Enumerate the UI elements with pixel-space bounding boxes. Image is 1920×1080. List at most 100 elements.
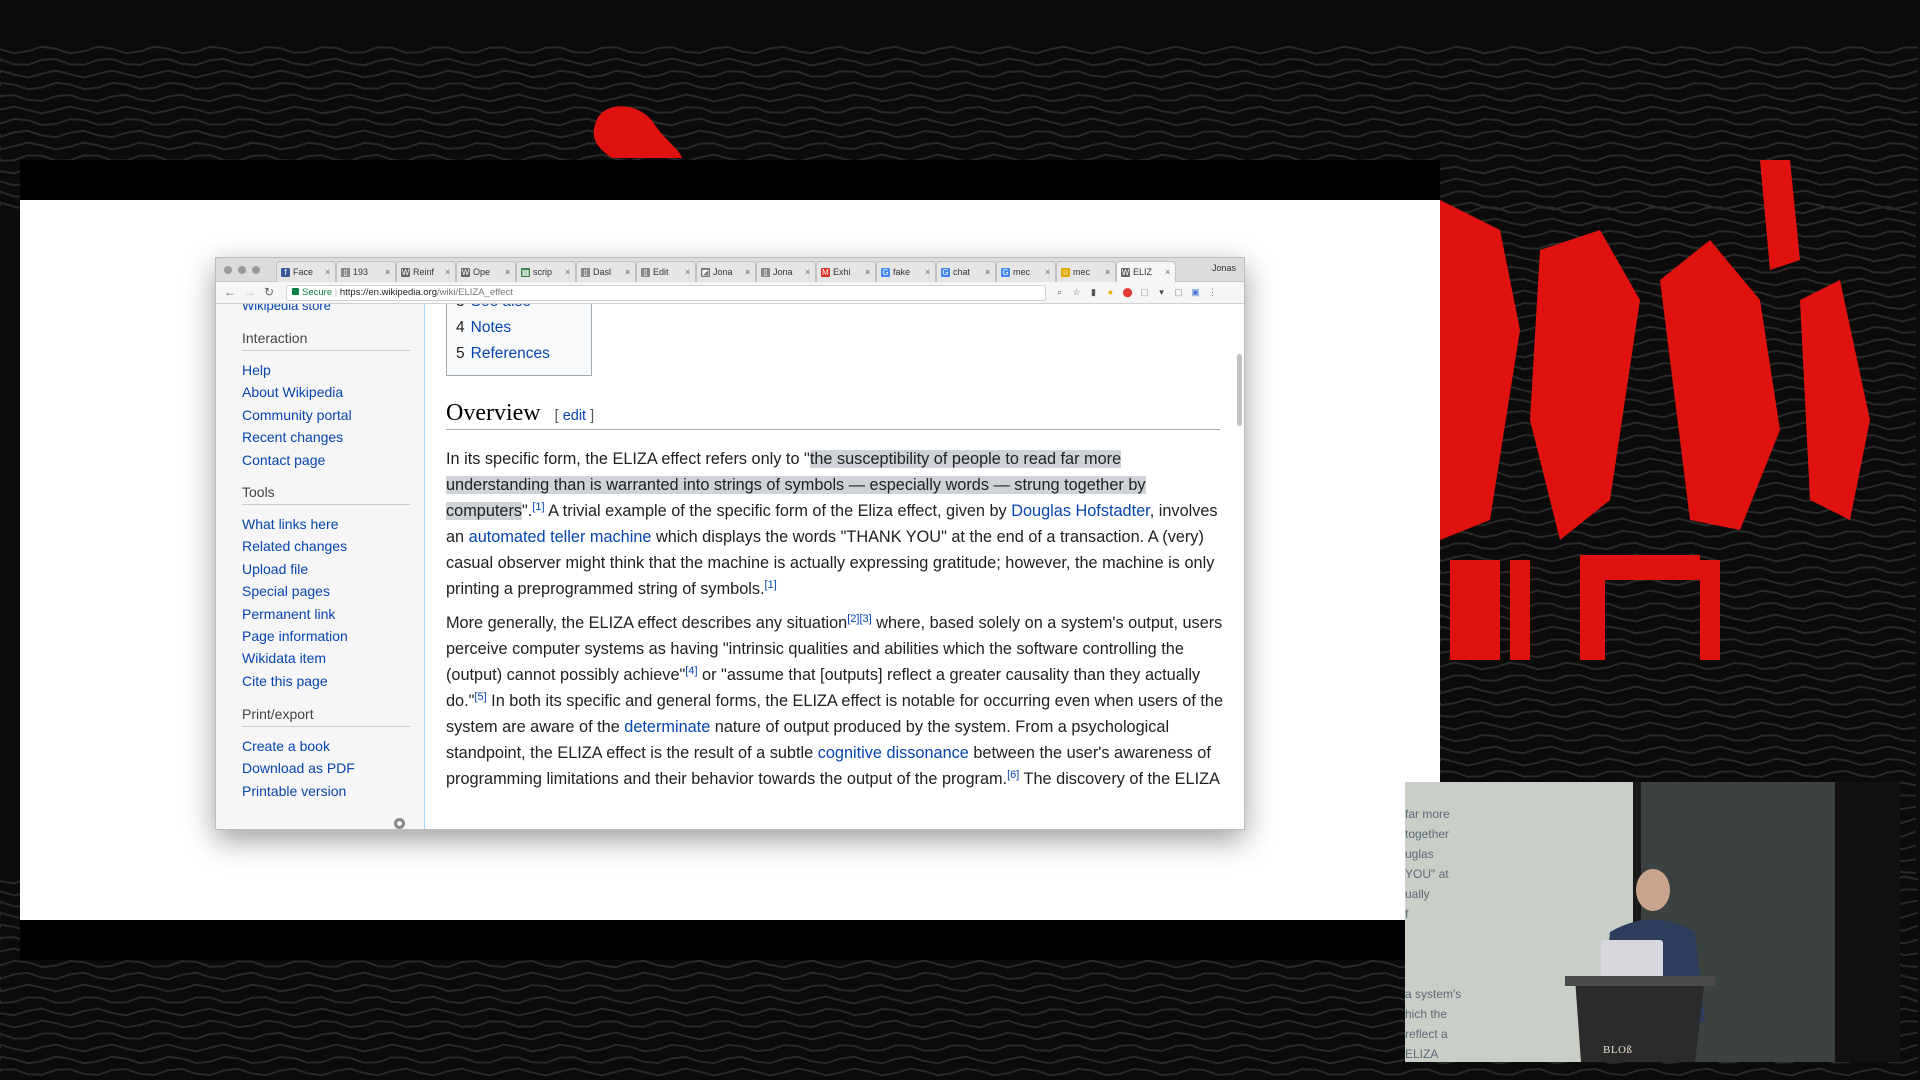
sidebar-link[interactable]: Upload file: [242, 558, 410, 580]
menu-dots-icon[interactable]: ⋮: [1207, 287, 1218, 298]
citation-link[interactable]: [1]: [532, 501, 544, 513]
link-douglas-hofstadter[interactable]: Douglas Hofstadter: [1011, 502, 1149, 520]
zoom-icon[interactable]: ⌕: [1054, 287, 1065, 298]
tab-close-icon[interactable]: ×: [385, 267, 395, 277]
browser-tab[interactable]: Gchat ×: [936, 261, 996, 282]
page-viewport: Wikipedia store Interaction Help About Wi…: [216, 304, 1244, 829]
tab-close-icon[interactable]: ×: [925, 267, 935, 277]
wave-line: [0, 141, 1919, 151]
toc-item[interactable]: 5 References: [456, 345, 550, 363]
extension-icon-3[interactable]: ▢: [1139, 287, 1150, 298]
browser-tab[interactable]: ◩ Jona ×: [696, 261, 756, 282]
sidebar-link[interactable]: Recent changes: [242, 426, 410, 448]
browser-tab[interactable]: ☺ mec ×: [1056, 261, 1116, 282]
wave-line: [0, 69, 1919, 79]
document-icon: ▯: [581, 267, 590, 277]
scrollbar-thumb[interactable]: [1237, 354, 1242, 426]
sidebar-link[interactable]: Contact page: [242, 449, 410, 471]
sidebar-link[interactable]: Wikidata item: [242, 647, 410, 669]
browser-tab[interactable]: ▯ 193 ×: [336, 261, 396, 282]
toc-link[interactable]: See also: [471, 304, 531, 310]
browser-tab[interactable]: W Ope ×: [456, 261, 516, 282]
toc-item[interactable]: 4 Notes: [456, 319, 511, 337]
sidebar-link[interactable]: Printable version: [242, 780, 410, 802]
browser-tab[interactable]: M Exhi ×: [816, 261, 876, 282]
tab-close-icon[interactable]: ×: [805, 267, 815, 277]
tab-close-icon[interactable]: ×: [1105, 267, 1115, 277]
graffiti-stroke: [1760, 160, 1800, 270]
forward-icon[interactable]: →: [244, 285, 256, 299]
tab-close-icon[interactable]: ×: [865, 267, 875, 277]
browser-tab[interactable]: W ELIZ ×: [1116, 261, 1176, 282]
tab-close-icon[interactable]: ×: [1045, 267, 1055, 277]
edit-link[interactable]: edit: [563, 408, 586, 424]
adblock-icon[interactable]: ⬤: [1122, 287, 1133, 298]
citation-link[interactable]: [2][3]: [847, 613, 871, 625]
link-cognitive-dissonance[interactable]: cognitive dissonance: [818, 744, 969, 762]
tab-title: Exhi: [833, 267, 851, 277]
translate-icon[interactable]: ▣: [1190, 287, 1201, 298]
wave-line: [1439, 541, 1917, 551]
tab-close-icon[interactable]: ×: [325, 267, 335, 277]
sidebar-link[interactable]: Special pages: [242, 580, 410, 602]
tab-close-icon[interactable]: ×: [505, 267, 515, 277]
browser-tab[interactable]: ▯ Edit ×: [636, 261, 696, 282]
browser-tab[interactable]: f Face ×: [276, 261, 336, 282]
browser-tab[interactable]: ▦ scrip ×: [516, 261, 576, 282]
back-icon[interactable]: ←: [224, 285, 236, 299]
extension-icon-4[interactable]: ▢: [1173, 287, 1184, 298]
browser-tab[interactable]: Gfake ×: [876, 261, 936, 282]
google-icon: G: [1001, 267, 1010, 277]
browser-tab[interactable]: ▯ Jona ×: [756, 261, 816, 282]
window-minimize-dot[interactable]: [238, 266, 246, 274]
sidebar-link[interactable]: Related changes: [242, 535, 410, 557]
tab-close-icon[interactable]: ×: [565, 267, 575, 277]
sidebar-link[interactable]: Help: [242, 359, 410, 381]
link-automated-teller-machine[interactable]: automated teller machine: [469, 528, 652, 546]
toc-link[interactable]: Notes: [471, 319, 512, 336]
extension-icon-2[interactable]: ●: [1105, 287, 1116, 298]
sidebar-link[interactable]: Cite this page: [242, 670, 410, 692]
sidebar-link[interactable]: What links here: [242, 513, 410, 535]
gmail-icon: M: [821, 267, 830, 277]
sidebar-link[interactable]: Download as PDF: [242, 757, 410, 779]
tab-close-icon[interactable]: ×: [985, 267, 995, 277]
tab-title: mec: [1013, 267, 1031, 277]
graffiti-stroke: [1690, 555, 1700, 580]
profile-name[interactable]: Jonas: [1212, 263, 1236, 273]
browser-tab[interactable]: Gmec ×: [996, 261, 1056, 282]
laptop: [1601, 940, 1663, 980]
tab-close-icon[interactable]: ×: [625, 267, 635, 277]
reload-icon[interactable]: ↻: [264, 285, 274, 299]
citation-link[interactable]: [5]: [474, 691, 486, 703]
tab-close-icon[interactable]: ×: [685, 267, 695, 277]
pocket-icon[interactable]: ▾: [1156, 287, 1167, 298]
toc-link[interactable]: References: [471, 345, 550, 362]
tab-close-icon[interactable]: ×: [445, 267, 455, 277]
browser-tab[interactable]: W Reinf ×: [396, 261, 456, 282]
link-determinate[interactable]: determinate: [624, 718, 710, 736]
wave-line: [1439, 253, 1917, 263]
sidebar-link[interactable]: Permanent link: [242, 603, 410, 625]
sidebar-link[interactable]: Page information: [242, 625, 410, 647]
wiki-sidebar: Wikipedia store Interaction Help About Wi…: [216, 304, 424, 829]
sidebar-link[interactable]: About Wikipedia: [242, 381, 410, 403]
window-close-dot[interactable]: [224, 266, 232, 274]
sidebar-link[interactable]: Create a book: [242, 735, 410, 757]
citation-link[interactable]: [4]: [685, 665, 697, 677]
lock-icon: [292, 288, 299, 295]
wave-line: [1439, 661, 1917, 671]
citation-link[interactable]: [6]: [1007, 769, 1019, 781]
extension-icon-1[interactable]: ▮: [1088, 287, 1099, 298]
browser-tab[interactable]: ▯ Dasl ×: [576, 261, 636, 282]
toc-item[interactable]: 3 See also: [456, 304, 531, 311]
settings-gear-icon[interactable]: [394, 818, 405, 829]
url-bar[interactable]: Secure | https://en.wikipedia.org/wiki/E…: [286, 285, 1046, 301]
tab-close-icon[interactable]: ×: [745, 267, 755, 277]
sidebar-link[interactable]: Community portal: [242, 404, 410, 426]
sidebar-link-wikipedia-store[interactable]: Wikipedia store: [242, 304, 331, 313]
star-icon[interactable]: ☆: [1071, 287, 1082, 298]
window-maximize-dot[interactable]: [252, 266, 260, 274]
citation-link[interactable]: [1]: [765, 579, 777, 591]
tab-close-icon[interactable]: ×: [1165, 267, 1175, 277]
